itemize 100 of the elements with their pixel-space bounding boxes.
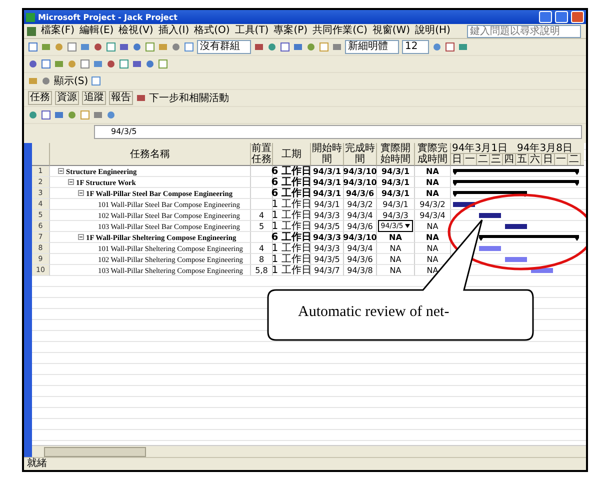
- day-label: 四: [503, 154, 516, 165]
- table-cell: NA: [377, 232, 415, 243]
- collapse-icon[interactable]: [78, 190, 84, 196]
- column-header[interactable]: 實際開始時間: [377, 143, 415, 166]
- toolbar-icon[interactable]: [444, 42, 455, 52]
- table-cell: 1 工作日: [273, 210, 311, 221]
- table-cell: NA: [415, 221, 451, 232]
- table-cell: 94/3/1: [311, 188, 344, 199]
- table-cell: 94/3/10: [344, 177, 377, 188]
- day-label: 三: [490, 154, 503, 165]
- day-label: 日: [542, 154, 555, 165]
- table-cell: 94/3/1: [377, 188, 415, 199]
- summary-bar[interactable]: [453, 169, 579, 175]
- timescale-label: 94年3月1日: [451, 143, 516, 154]
- table-cell: 4: [251, 210, 273, 221]
- table-cell: NA: [377, 243, 415, 254]
- menu-item[interactable]: 檔案(F): [41, 25, 75, 37]
- table-cell: NA: [377, 265, 415, 276]
- table-cell: NA: [415, 232, 451, 243]
- table-cell: NA: [415, 166, 451, 177]
- day-label: 一: [464, 154, 477, 165]
- guide-tab[interactable]: 資源: [55, 91, 79, 105]
- menu-item[interactable]: 編輯(E): [80, 25, 114, 37]
- day-label: 日: [451, 154, 464, 165]
- corner-header[interactable]: [32, 143, 50, 166]
- table-cell: 94/3/1: [377, 177, 415, 188]
- table-cell: 94/3/6: [344, 254, 377, 265]
- table-cell: 94/3/4: [344, 210, 377, 221]
- guide-tab[interactable]: 追蹤: [82, 91, 106, 105]
- task-bar[interactable]: [453, 202, 475, 207]
- table-cell: 94/3/7: [311, 265, 344, 276]
- column-header[interactable]: 前置任務: [251, 143, 273, 166]
- table-cell: 94/3/5: [311, 254, 344, 265]
- collapse-icon[interactable]: [68, 179, 74, 185]
- timescale-label: 94年3月8日: [516, 143, 581, 154]
- table-cell: 5,8: [251, 265, 273, 276]
- collapse-icon[interactable]: [78, 234, 84, 240]
- table-cell: 94/3/10: [344, 232, 377, 243]
- table-cell: 94/3/3: [311, 243, 344, 254]
- table-cell: 94/3/1: [377, 199, 415, 210]
- table-cell: NA: [415, 243, 451, 254]
- table-cell: 94/3/4: [344, 243, 377, 254]
- column-header[interactable]: 任務名稱: [50, 143, 251, 166]
- column-header[interactable]: 工期: [273, 143, 311, 166]
- table-cell: 94/3/3: [311, 232, 344, 243]
- table-cell: NA: [415, 188, 451, 199]
- toolbar-icon[interactable]: [136, 93, 146, 103]
- table-cell: 1 工作日: [273, 221, 311, 232]
- day-label: 二: [477, 154, 490, 165]
- menu-item[interactable]: 插入(I): [158, 25, 190, 37]
- day-label: 一: [555, 154, 568, 165]
- document-icon: [27, 26, 36, 36]
- toolbar-dropdown[interactable]: 新細明體: [345, 40, 399, 54]
- toolbar-icon[interactable]: [91, 76, 102, 86]
- column-header[interactable]: 開始時間: [311, 143, 344, 166]
- status-text: 就緒: [27, 458, 47, 470]
- table-cell: 94/3/1: [311, 177, 344, 188]
- table-cell: 94/3/1: [311, 199, 344, 210]
- table-cell: 5: [251, 221, 273, 232]
- guide-tab[interactable]: 任務: [28, 91, 52, 105]
- menu-item[interactable]: 說明(H): [415, 25, 450, 37]
- summary-bar[interactable]: [479, 235, 579, 241]
- table-cell: 1 工作日: [273, 199, 311, 210]
- table-cell: 1 工作日: [273, 254, 311, 265]
- entry-field[interactable]: 94/3/5: [94, 125, 582, 139]
- table-cell: 94/3/3: [377, 210, 415, 221]
- caret-icon[interactable]: [405, 224, 410, 228]
- table-cell: 4: [251, 243, 273, 254]
- table-cell: 94/3/2: [344, 199, 377, 210]
- table-cell: 6 工作日: [273, 166, 311, 177]
- menu-item[interactable]: 視窗(W): [372, 25, 410, 37]
- table-cell: 6 工作日: [273, 188, 311, 199]
- table-cell: NA: [377, 254, 415, 265]
- minimize-button[interactable]: [539, 11, 552, 23]
- menu-item[interactable]: 檢視(V): [118, 25, 154, 37]
- summary-bar[interactable]: [453, 180, 579, 186]
- day-label: 六: [529, 154, 542, 165]
- toolbar-icon[interactable]: [432, 42, 442, 52]
- collapse-icon[interactable]: [58, 168, 64, 174]
- table-cell: 6 工作日: [273, 177, 311, 188]
- maximize-button[interactable]: [555, 11, 568, 23]
- menu-item[interactable]: 工具(T): [234, 25, 269, 37]
- menu-item[interactable]: 共同作業(C): [312, 25, 368, 37]
- table-cell: 94/3/1: [311, 166, 344, 177]
- table-cell: 94/3/3: [311, 210, 344, 221]
- menu-item[interactable]: 格式(O): [194, 25, 230, 37]
- guide-tab[interactable]: 報告: [109, 91, 133, 105]
- app-icon: [26, 12, 35, 22]
- toolbar-label[interactable]: 下一步和相關活動: [149, 91, 229, 105]
- menu-item[interactable]: 專案(P): [274, 25, 308, 37]
- toolbar-icon[interactable]: [458, 42, 468, 52]
- table-cell: 94/3/2: [415, 199, 451, 210]
- table-cell: 94/3/6: [344, 188, 377, 199]
- toolbar-dropdown[interactable]: 12: [402, 40, 429, 54]
- toolbar-dropdown[interactable]: 沒有群組: [197, 40, 251, 54]
- toolbar-label[interactable]: 顯示(S): [54, 74, 88, 88]
- close-button[interactable]: [571, 11, 584, 23]
- help-search-field[interactable]: 鍵入問題以尋求說明: [467, 24, 581, 38]
- summary-bar[interactable]: [453, 191, 527, 197]
- horizontal-scrollbar[interactable]: [32, 445, 586, 457]
